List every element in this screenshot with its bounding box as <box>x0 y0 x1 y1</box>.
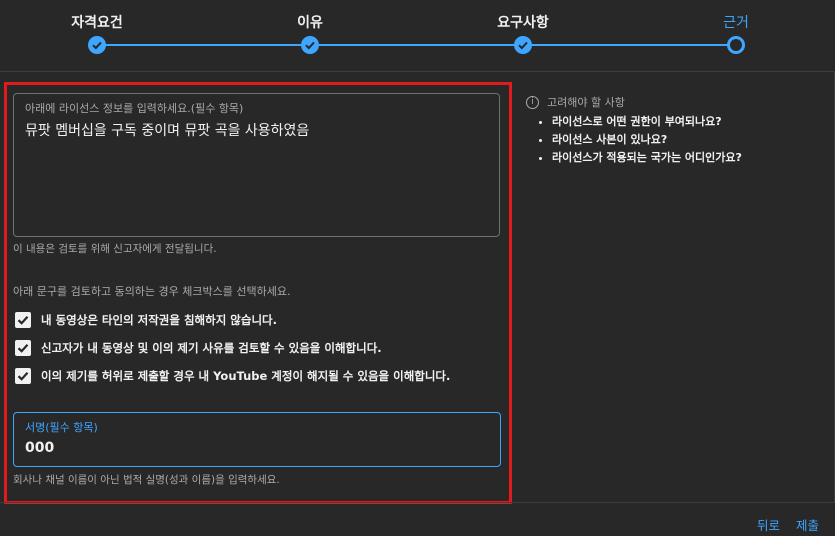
consent-label: 신고자가 내 동영상 및 이의 제기 사유를 검토할 수 있음을 이해합니다. <box>41 341 382 355</box>
list-item: 라이선스가 적용되는 국가는 어디인가요? <box>552 149 742 167</box>
step-grounds-label: 근거 <box>723 15 749 31</box>
checkbox-checked-icon[interactable] <box>15 312 31 328</box>
tips-list: 라이선스로 어떤 권한이 부여되나요? 라이선스 사본이 있나요? 라이선스가 … <box>536 113 742 167</box>
progress-stepper: 자격요건 이유 요구사항 근거 <box>0 0 835 72</box>
consent-no-infringement[interactable]: 내 동영상은 타인의 저작권을 침해하지 않습니다. <box>15 311 277 329</box>
list-item: 라이선스 사본이 있나요? <box>552 131 742 149</box>
footer-divider <box>0 502 835 503</box>
consent-label: 이의 제기를 허위로 제출할 경우 내 YouTube 계정이 해지될 수 있음… <box>41 369 451 383</box>
license-info-label: 아래에 라이선스 정보를 입력하세요.(필수 항목) <box>25 102 244 115</box>
consent-label: 내 동영상은 타인의 저작권을 침해하지 않습니다. <box>41 313 277 327</box>
tips-title: 고려해야 할 사항 <box>547 96 625 109</box>
signature-label: 서명(필수 항목) <box>25 421 98 434</box>
step-eligibility-done-icon <box>88 36 106 54</box>
consent-review-understanding[interactable]: 신고자가 내 동영상 및 이의 제기 사유를 검토할 수 있음을 이해합니다. <box>15 339 382 357</box>
checkbox-checked-icon[interactable] <box>15 340 31 356</box>
license-info-value[interactable]: 뮤팟 멤버십을 구독 중이며 뮤팟 곡을 사용하였음 <box>25 120 309 140</box>
back-button[interactable]: 뒤로 <box>757 515 780 534</box>
stepper-line <box>97 44 737 46</box>
tips-header: i 고려해야 할 사항 <box>526 94 625 110</box>
submit-button[interactable]: 제출 <box>796 515 819 534</box>
step-reason-done-icon <box>301 36 319 54</box>
checkbox-checked-icon[interactable] <box>15 368 31 384</box>
info-icon: i <box>526 95 539 109</box>
consent-intro-text: 아래 문구를 검토하고 동의하는 경우 체크박스를 선택하세요. <box>13 285 291 298</box>
list-item: 라이선스로 어떤 권한이 부여되나요? <box>552 113 742 131</box>
consent-account-termination[interactable]: 이의 제기를 허위로 제출할 경우 내 YouTube 계정이 해지될 수 있음… <box>15 367 450 385</box>
step-grounds-current-icon <box>727 36 745 54</box>
top-divider <box>0 71 835 72</box>
signature-input[interactable]: 서명(필수 항목) 000 <box>13 412 501 467</box>
step-reason-label: 이유 <box>297 15 323 31</box>
step-requirements-done-icon <box>514 36 532 54</box>
signature-value[interactable]: 000 <box>25 440 54 456</box>
license-helper-text: 이 내용은 검토를 위해 신고자에게 전달됩니다. <box>13 243 217 255</box>
signature-helper-text: 회사나 채널 이름이 아닌 법적 실명(성과 이름)을 입력하세요. <box>13 474 280 486</box>
license-info-textarea[interactable]: 아래에 라이선스 정보를 입력하세요.(필수 항목) 뮤팟 멤버십을 구독 중이… <box>13 93 500 237</box>
step-eligibility-label: 자격요건 <box>71 15 123 31</box>
step-requirements-label: 요구사항 <box>497 15 549 31</box>
